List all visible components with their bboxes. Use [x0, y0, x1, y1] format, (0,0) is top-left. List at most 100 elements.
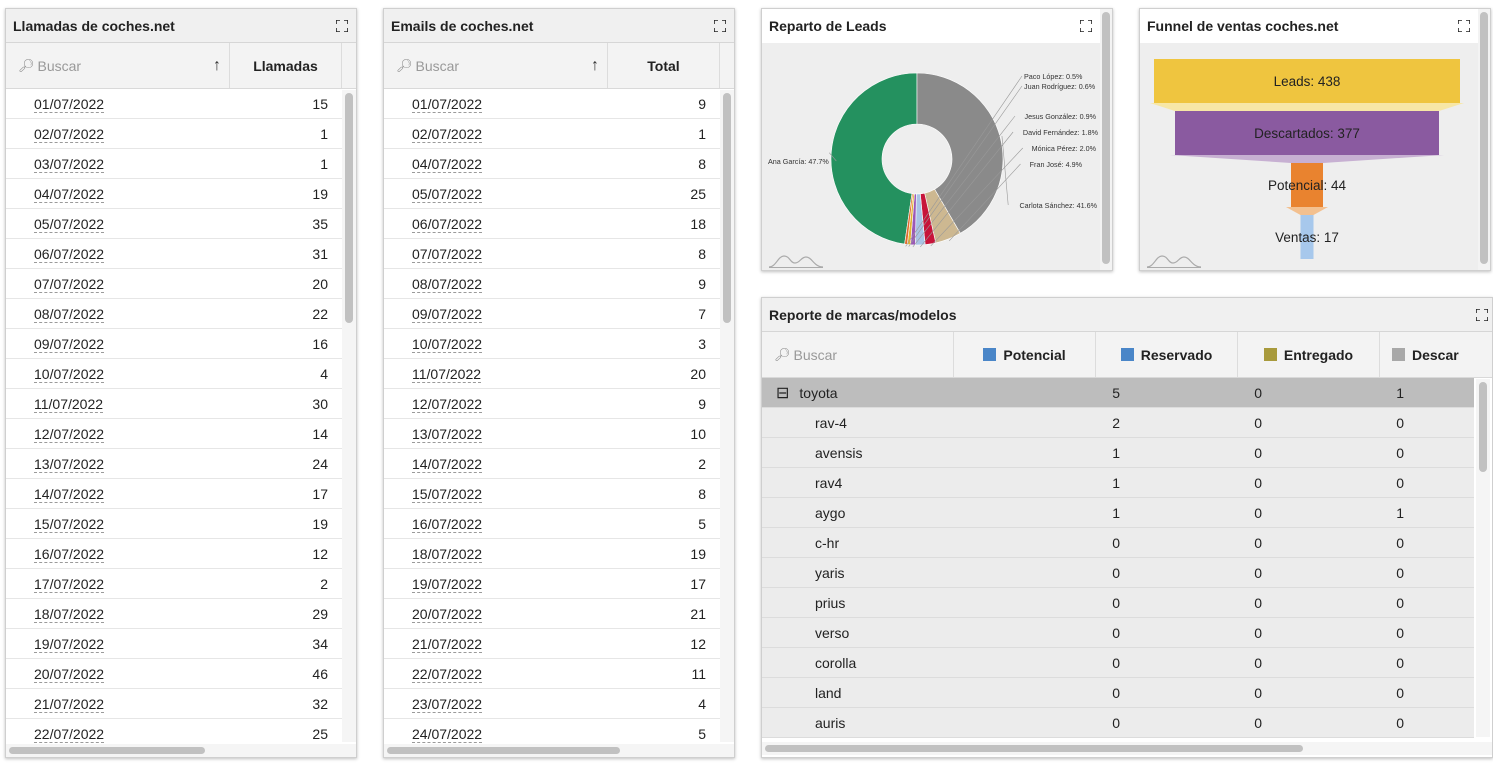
date-link[interactable]: 13/07/2022: [34, 455, 105, 473]
date-link[interactable]: 21/07/2022: [412, 635, 483, 653]
date-link[interactable]: 10/07/2022: [34, 365, 105, 383]
date-link[interactable]: 16/07/2022: [34, 545, 105, 563]
column-header-potencial[interactable]: Potencial: [954, 332, 1096, 377]
table-row[interactable]: 10/07/2022 3: [384, 329, 734, 359]
llamadas-search[interactable]: 🔎︎ Buscar ↑: [6, 43, 230, 88]
date-link[interactable]: 01/07/2022: [34, 95, 105, 113]
table-row[interactable]: 06/07/2022 31: [6, 239, 356, 269]
table-row[interactable]: 16/07/2022 12: [6, 539, 356, 569]
table-row[interactable]: 07/07/2022 8: [384, 239, 734, 269]
date-link[interactable]: 08/07/2022: [412, 275, 483, 293]
table-row[interactable]: 09/07/2022 7: [384, 299, 734, 329]
date-link[interactable]: 12/07/2022: [34, 425, 105, 443]
table-row[interactable]: 15/07/2022 19: [6, 509, 356, 539]
date-link[interactable]: 20/07/2022: [412, 605, 483, 623]
llamadas-column-header[interactable]: Llamadas: [230, 43, 342, 88]
table-row[interactable]: 12/07/2022 14: [6, 419, 356, 449]
expand-icon[interactable]: [1476, 308, 1488, 321]
table-row[interactable]: 04/07/2022 19: [6, 179, 356, 209]
expand-icon[interactable]: [1080, 20, 1092, 32]
table-row[interactable]: 14/07/2022 17: [6, 479, 356, 509]
expand-icon[interactable]: [336, 19, 348, 32]
date-link[interactable]: 22/07/2022: [412, 665, 483, 683]
group-row[interactable]: ⊟ toyota 5 0 1: [762, 378, 1474, 408]
horizontal-scrollbar[interactable]: [384, 744, 734, 757]
table-row[interactable]: 17/07/2022 2: [6, 569, 356, 599]
table-row[interactable]: 19/07/2022 17: [384, 569, 734, 599]
table-row[interactable]: 04/07/2022 8: [384, 149, 734, 179]
column-header-entregado[interactable]: Entregado: [1238, 332, 1380, 377]
date-link[interactable]: 12/07/2022: [412, 395, 483, 413]
collapse-icon[interactable]: ⊟: [776, 385, 789, 402]
expand-icon[interactable]: [1458, 20, 1470, 32]
table-row[interactable]: c-hr 0 0 0: [762, 528, 1474, 558]
vertical-scrollbar[interactable]: [1100, 9, 1112, 270]
emails-search[interactable]: 🔎︎ Buscar ↑: [384, 43, 608, 88]
vertical-scrollbar-thumb[interactable]: [1480, 12, 1488, 264]
chart-type-icon[interactable]: [1146, 253, 1202, 269]
date-link[interactable]: 20/07/2022: [34, 665, 105, 683]
date-link[interactable]: 11/07/2022: [34, 395, 104, 413]
date-link[interactable]: 22/07/2022: [34, 725, 105, 743]
table-row[interactable]: aygo 1 0 1: [762, 498, 1474, 528]
date-link[interactable]: 11/07/2022: [412, 365, 482, 383]
date-link[interactable]: 04/07/2022: [34, 185, 105, 203]
date-link[interactable]: 08/07/2022: [34, 305, 105, 323]
table-row[interactable]: avensis 1 0 0: [762, 438, 1474, 468]
date-link[interactable]: 10/07/2022: [412, 335, 483, 353]
horizontal-scrollbar-thumb[interactable]: [9, 747, 205, 754]
vertical-scrollbar-thumb[interactable]: [723, 93, 731, 323]
table-row[interactable]: 21/07/2022 12: [384, 629, 734, 659]
date-link[interactable]: 14/07/2022: [412, 455, 483, 473]
date-link[interactable]: 14/07/2022: [34, 485, 105, 503]
date-link[interactable]: 09/07/2022: [412, 305, 483, 323]
sort-arrow-icon[interactable]: ↑: [213, 57, 221, 75]
date-link[interactable]: 09/07/2022: [34, 335, 105, 353]
table-row[interactable]: 18/07/2022 29: [6, 599, 356, 629]
date-link[interactable]: 13/07/2022: [412, 425, 483, 443]
table-row[interactable]: 13/07/2022 10: [384, 419, 734, 449]
table-row[interactable]: 21/07/2022 32: [6, 689, 356, 719]
table-row[interactable]: yaris 0 0 0: [762, 558, 1474, 588]
table-row[interactable]: 14/07/2022 2: [384, 449, 734, 479]
table-row[interactable]: 19/07/2022 34: [6, 629, 356, 659]
date-link[interactable]: 19/07/2022: [34, 635, 105, 653]
table-row[interactable]: 02/07/2022 1: [384, 119, 734, 149]
vertical-scrollbar[interactable]: [720, 90, 734, 742]
sort-arrow-icon[interactable]: ↑: [591, 57, 599, 75]
table-row[interactable]: 08/07/2022 22: [6, 299, 356, 329]
expand-icon[interactable]: [714, 19, 726, 32]
date-link[interactable]: 05/07/2022: [34, 215, 105, 233]
table-row[interactable]: 20/07/2022 21: [384, 599, 734, 629]
table-row[interactable]: 20/07/2022 46: [6, 659, 356, 689]
table-row[interactable]: 23/07/2022 4: [384, 689, 734, 719]
table-row[interactable]: 22/07/2022 11: [384, 659, 734, 689]
date-link[interactable]: 02/07/2022: [34, 125, 105, 143]
table-row[interactable]: prius 0 0 0: [762, 588, 1474, 618]
table-row[interactable]: auris 0 0 0: [762, 708, 1474, 738]
pie-slice-ana-garc-a[interactable]: [830, 72, 918, 245]
table-row[interactable]: 11/07/2022 30: [6, 389, 356, 419]
horizontal-scrollbar-thumb[interactable]: [765, 745, 1303, 752]
table-row[interactable]: 01/07/2022 9: [384, 89, 734, 119]
date-link[interactable]: 23/07/2022: [412, 695, 483, 713]
column-header-reservado[interactable]: Reservado: [1096, 332, 1238, 377]
table-row[interactable]: 07/07/2022 20: [6, 269, 356, 299]
table-row[interactable]: 09/07/2022 16: [6, 329, 356, 359]
table-row[interactable]: 06/07/2022 18: [384, 209, 734, 239]
date-link[interactable]: 02/07/2022: [412, 125, 483, 143]
date-link[interactable]: 15/07/2022: [412, 485, 483, 503]
date-link[interactable]: 06/07/2022: [34, 245, 105, 263]
table-row[interactable]: 10/07/2022 4: [6, 359, 356, 389]
table-row[interactable]: land 0 0 0: [762, 678, 1474, 708]
horizontal-scrollbar[interactable]: [6, 744, 356, 757]
date-link[interactable]: 07/07/2022: [34, 275, 105, 293]
vertical-scrollbar-thumb[interactable]: [1479, 382, 1487, 472]
table-row[interactable]: 08/07/2022 9: [384, 269, 734, 299]
table-row[interactable]: verso 0 0 0: [762, 618, 1474, 648]
table-row[interactable]: corolla 0 0 0: [762, 648, 1474, 678]
table-row[interactable]: 03/07/2022 1: [6, 149, 356, 179]
vertical-scrollbar-thumb[interactable]: [1102, 12, 1110, 264]
vertical-scrollbar[interactable]: [1478, 9, 1490, 270]
date-link[interactable]: 01/07/2022: [412, 95, 483, 113]
